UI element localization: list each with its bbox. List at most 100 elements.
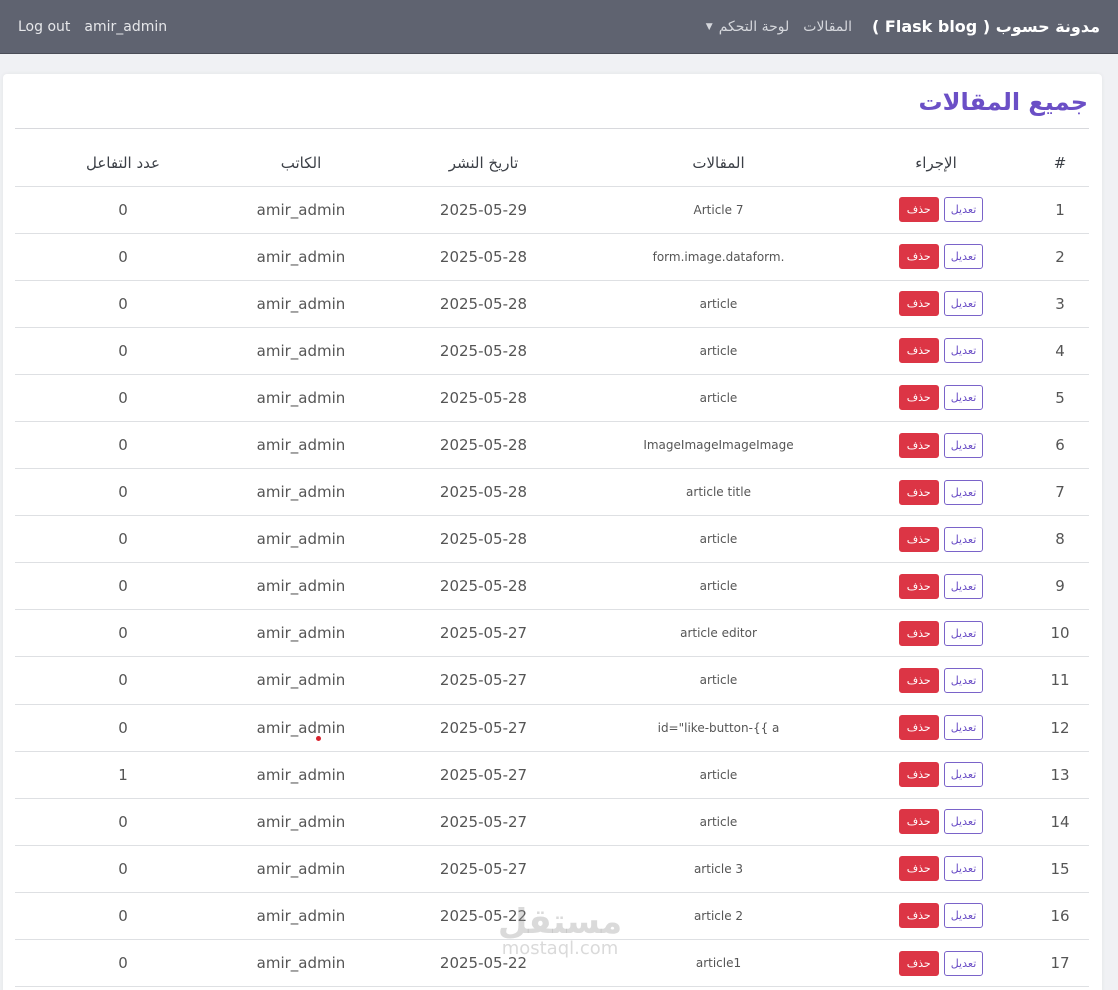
row-author: amir_admin [231,233,371,281]
row-author: amir_admin [231,515,371,564]
delete-button[interactable]: حذف [898,197,939,223]
delete-button[interactable]: حذف [898,385,939,411]
edit-button[interactable]: تعديل [943,667,984,693]
row-date: 2025-05-27 [371,609,596,658]
nav-dashboard-dropdown[interactable]: لوحة التحكم ▼ [706,19,790,35]
delete-button[interactable]: حذف [898,856,939,882]
row-date: 2025-05-27 [371,798,596,846]
navbar-main-area: مدونة حسوب ( Flask blog ) المقالات لوحة … [706,17,1100,36]
row-actions: تعديل حذف [841,892,1031,941]
edit-button[interactable]: تعديل [943,432,984,458]
delete-button[interactable]: حذف [898,338,939,364]
delete-button[interactable]: حذف [898,903,939,929]
edit-button[interactable]: تعديل [943,856,984,882]
row-author: amir_admin [231,421,371,470]
row-reactions: 0 [15,798,231,846]
row-author: amir_admin [231,562,371,611]
delete-button[interactable]: حذف [898,526,939,552]
delete-button[interactable]: حذف [898,291,939,317]
row-num: 12 [1031,704,1089,752]
delete-button[interactable]: حذف [898,479,939,505]
logout-link[interactable]: Log out [18,19,70,35]
edit-button[interactable]: تعديل [943,385,984,411]
row-article-title[interactable]: article [596,327,841,375]
cursor-dot [316,736,321,741]
row-article-title[interactable]: article [596,751,841,799]
row-actions: تعديل حذف [841,468,1031,517]
brand-link[interactable]: مدونة حسوب ( Flask blog ) [872,17,1100,36]
row-date: 2025-05-27 [371,845,596,893]
row-article-title[interactable]: article [596,562,841,611]
row-article-title[interactable]: article editor [596,609,841,658]
row-article-title[interactable]: ImageImageImageImage [596,421,841,470]
row-article-title[interactable]: article1 [596,939,841,988]
row-article-title[interactable]: form.image.dataform. [596,233,841,281]
row-author: amir_admin [231,280,371,328]
edit-button[interactable]: تعديل [943,479,984,505]
header-article: المقالات [596,140,841,187]
table-row: 8 تعديل حذف article 2025-05-28 amir_admin 0 [15,515,1089,564]
row-num: 2 [1031,233,1089,281]
delete-button[interactable]: حذف [898,244,939,270]
row-num: 13 [1031,751,1089,799]
row-date: 2025-05-27 [371,656,596,705]
table-row: 16 تعديل حذف article 2 2025-05-22 amir_admin 0 [15,892,1089,941]
row-date: 2025-05-27 [371,704,596,752]
edit-button[interactable]: تعديل [943,762,984,788]
edit-button[interactable]: تعديل [943,244,984,270]
nav-articles-link[interactable]: المقالات [803,19,852,35]
header-date: تاريخ النشر [371,140,596,187]
edit-button[interactable]: تعديل [943,620,984,646]
row-article-title[interactable]: article title [596,468,841,517]
table-row: 2 تعديل حذف form.image.dataform. 2025-05-28 a… [15,233,1089,281]
edit-button[interactable]: تعديل [943,950,984,976]
table-header-row: # الإجراء المقالات تاريخ النشر الكاتب عد… [15,140,1089,187]
delete-button[interactable]: حذف [898,573,939,599]
row-article-title[interactable]: article [596,374,841,422]
row-reactions: 0 [15,656,231,705]
delete-button[interactable]: حذف [898,950,939,976]
table-row: 11 تعديل حذف article 2025-05-27 amir_admin 0 [15,656,1089,705]
articles-table: # الإجراء المقالات تاريخ النشر الكاتب عد… [15,140,1089,988]
edit-button[interactable]: تعديل [943,573,984,599]
table-row: 12 تعديل حذف id="like-button-{{ a 2025-05-27… [15,704,1089,752]
delete-button[interactable]: حذف [898,432,939,458]
row-actions: تعديل حذف [841,656,1031,705]
row-article-title[interactable]: article 2 [596,892,841,941]
delete-button[interactable]: حذف [898,667,939,693]
header-author: الكاتب [231,140,371,187]
row-date: 2025-05-28 [371,421,596,470]
delete-button[interactable]: حذف [898,715,939,741]
row-date: 2025-05-28 [371,233,596,281]
table-row: 17 تعديل حذف article1 2025-05-22 amir_admin 0 [15,939,1089,988]
row-actions: تعديل حذف [841,704,1031,752]
row-article-title[interactable]: article [596,515,841,564]
row-article-title[interactable]: article 3 [596,845,841,893]
row-article-title[interactable]: article [596,280,841,328]
table-row: 15 تعديل حذف article 3 2025-05-27 amir_admin 0 [15,845,1089,893]
row-author: amir_admin [231,798,371,846]
edit-button[interactable]: تعديل [943,809,984,835]
row-reactions: 0 [15,186,231,234]
delete-button[interactable]: حذف [898,809,939,835]
row-num: 7 [1031,468,1089,517]
row-date: 2025-05-28 [371,468,596,517]
delete-button[interactable]: حذف [898,620,939,646]
row-article-title[interactable]: Article 7 [596,186,841,234]
row-actions: تعديل حذف [841,186,1031,234]
edit-button[interactable]: تعديل [943,197,984,223]
row-actions: تعديل حذف [841,421,1031,470]
edit-button[interactable]: تعديل [943,338,984,364]
edit-button[interactable]: تعديل [943,291,984,317]
delete-button[interactable]: حذف [898,762,939,788]
row-article-title[interactable]: id="like-button-{{ a [596,704,841,752]
navbar-user-area: Log out amir_admin [18,19,167,35]
edit-button[interactable]: تعديل [943,903,984,929]
edit-button[interactable]: تعديل [943,526,984,552]
row-article-title[interactable]: article [596,656,841,705]
edit-button[interactable]: تعديل [943,715,984,741]
row-num: 15 [1031,845,1089,893]
row-article-title[interactable]: article [596,798,841,846]
table-body: 1 تعديل حذف Article 7 2025-05-29 amir_admin 0 2… [15,186,1089,988]
username-link[interactable]: amir_admin [84,19,167,35]
